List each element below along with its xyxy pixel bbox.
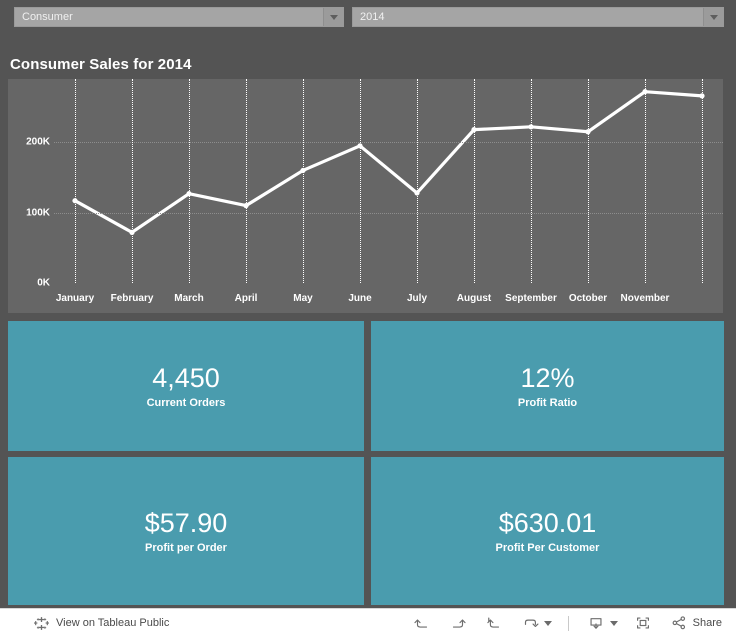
sales-line-chart[interactable]: 0K 100K 200K January February March April May J… — [8, 79, 723, 313]
kpi-label: Current Orders — [146, 397, 226, 410]
chevron-down-icon[interactable] — [323, 8, 343, 26]
toolbar-actions: Share — [411, 612, 736, 634]
download-menu[interactable] — [585, 612, 618, 634]
toolbar-divider — [567, 615, 569, 631]
fullscreen-icon[interactable] — [632, 612, 654, 634]
chart-x-axis: January February March April May June July Augu… — [54, 283, 723, 313]
kpi-value: $630.01 — [498, 507, 597, 538]
filter-bar: Consumer 2014 — [0, 0, 736, 34]
gridline-vertical — [417, 79, 418, 283]
view-on-tableau-public-link[interactable]: View on Tableau Public — [0, 616, 169, 631]
segment-filter-dropdown[interactable]: Consumer — [14, 7, 344, 27]
gridline-horizontal — [54, 142, 723, 144]
x-axis-tick: February — [110, 293, 154, 304]
x-axis-tick: October — [568, 293, 608, 304]
share-button[interactable]: Share — [668, 612, 722, 634]
gridline-horizontal — [54, 212, 723, 214]
x-axis-tick: November — [620, 293, 670, 304]
kpi-label: Profit per Order — [145, 542, 227, 555]
chevron-down-icon[interactable] — [543, 620, 552, 626]
kpi-current-orders[interactable]: 4,450 Current Orders — [8, 321, 364, 451]
share-icon[interactable] — [668, 612, 690, 634]
gridline-vertical — [474, 79, 475, 283]
segment-filter-value: Consumer — [22, 11, 73, 23]
redo-icon[interactable] — [447, 612, 469, 634]
year-filter-value: 2014 — [360, 11, 385, 23]
y-axis-tick: 200K — [26, 136, 50, 148]
x-axis-tick: June — [348, 293, 372, 304]
kpi-profit-per-customer[interactable]: $630.01 Profit Per Customer — [371, 457, 724, 605]
gridline-vertical — [132, 79, 133, 283]
kpi-label: Profit Per Customer — [495, 542, 600, 555]
gridline-vertical — [246, 79, 247, 283]
gridline-vertical — [303, 79, 304, 283]
revert-icon[interactable] — [483, 612, 505, 634]
y-axis-tick: 0K — [37, 277, 50, 289]
x-axis-tick: September — [505, 293, 557, 304]
tableau-dashboard: Consumer 2014 Consumer Sales for 2014 0K… — [0, 0, 736, 637]
kpi-value: $57.90 — [144, 507, 228, 538]
refresh-menu[interactable] — [519, 612, 552, 634]
gridline-vertical — [702, 79, 703, 283]
gridline-vertical — [531, 79, 532, 283]
x-axis-tick: January — [55, 293, 95, 304]
gridline-vertical — [189, 79, 190, 283]
sales-line-series — [72, 89, 705, 235]
kpi-value: 12% — [520, 362, 575, 393]
bottom-toolbar: View on Tableau Public Share — [0, 608, 736, 637]
x-axis-tick: August — [456, 293, 492, 304]
y-axis-tick: 100K — [26, 207, 50, 219]
gridline-vertical — [360, 79, 361, 283]
chart-plot-area[interactable] — [54, 79, 723, 283]
gridline-vertical — [645, 79, 646, 283]
x-axis-tick: April — [234, 293, 258, 304]
gridline-vertical — [75, 79, 76, 283]
x-axis-tick: May — [293, 293, 313, 304]
year-filter-dropdown[interactable]: 2014 — [352, 7, 724, 27]
tableau-logo-icon — [34, 616, 49, 631]
kpi-profit-ratio[interactable]: 12% Profit Ratio — [371, 321, 724, 451]
kpi-profit-per-order[interactable]: $57.90 Profit per Order — [8, 457, 364, 605]
view-on-tableau-public-label: View on Tableau Public — [56, 617, 170, 629]
refresh-icon[interactable] — [519, 612, 541, 634]
chevron-down-icon[interactable] — [609, 620, 618, 626]
undo-icon[interactable] — [411, 612, 433, 634]
kpi-value: 4,450 — [152, 362, 220, 393]
x-axis-tick: July — [406, 293, 428, 304]
chart-y-axis: 0K 100K 200K — [8, 79, 54, 289]
page-title: Consumer Sales for 2014 — [10, 56, 192, 73]
chevron-down-icon[interactable] — [703, 8, 723, 26]
download-icon[interactable] — [585, 612, 607, 634]
kpi-label: Profit Ratio — [517, 397, 578, 410]
share-label: Share — [692, 617, 722, 629]
x-axis-tick: March — [174, 293, 204, 304]
gridline-vertical — [588, 79, 589, 283]
